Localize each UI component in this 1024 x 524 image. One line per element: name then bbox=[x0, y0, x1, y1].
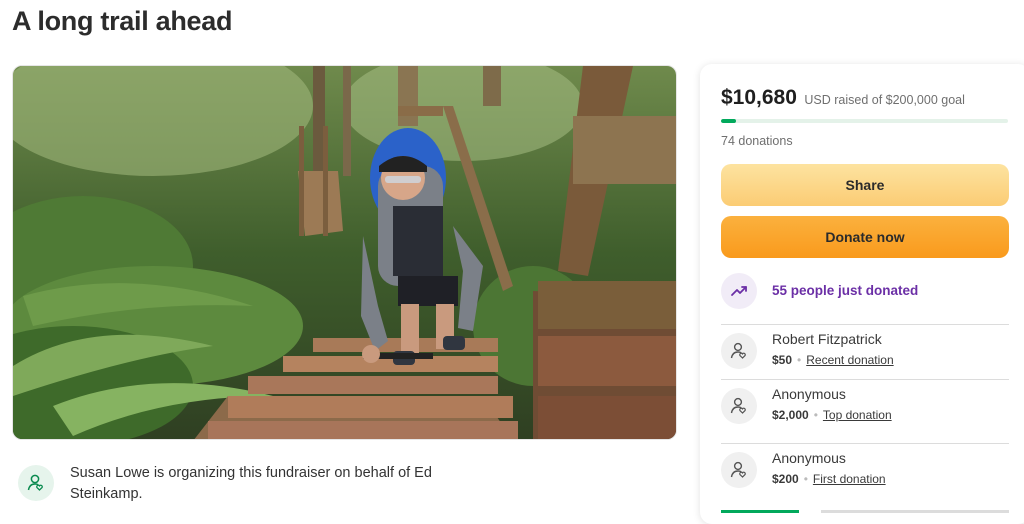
donor-icon bbox=[721, 388, 757, 424]
donor-icon bbox=[721, 452, 757, 488]
donor-amount: $50 bbox=[772, 353, 793, 367]
share-button[interactable]: Share bbox=[721, 164, 1009, 206]
donor-meta: $2,000 • Top donation bbox=[772, 408, 892, 422]
organizer-info: Susan Lowe is organizing this fundraiser… bbox=[16, 460, 676, 512]
donor-name: Robert Fitzpatrick bbox=[772, 331, 882, 347]
donor-row: Anonymous $200 • First donation bbox=[721, 443, 1009, 505]
donor-amount: $200 bbox=[772, 472, 799, 486]
people-donated-text: 55 people just donated bbox=[772, 283, 919, 298]
first-donation-link[interactable]: First donation bbox=[813, 472, 886, 486]
page-title: A long trail ahead bbox=[12, 6, 233, 36]
donor-meta: $200 • First donation bbox=[772, 472, 886, 486]
donor-name: Anonymous bbox=[772, 386, 846, 402]
donor-name: Anonymous bbox=[772, 450, 846, 466]
amount-raised: $10,680 bbox=[721, 86, 797, 109]
progress-bar bbox=[721, 119, 1008, 123]
donations-count: 74 donations bbox=[721, 134, 793, 148]
goal-text: USD raised of $200,000 goal bbox=[804, 93, 965, 107]
recent-donation-link[interactable]: Recent donation bbox=[806, 353, 893, 367]
recent-activity: 55 people just donated bbox=[721, 272, 1009, 310]
organizer-text: Susan Lowe is organizing this fundraiser… bbox=[70, 465, 432, 502]
donor-amount: $2,000 bbox=[772, 408, 809, 422]
donate-now-button[interactable]: Donate now bbox=[721, 216, 1009, 258]
donation-card: $10,680 USD raised of $200,000 goal 74 d… bbox=[700, 64, 1024, 524]
donor-row: Anonymous $2,000 • Top donation bbox=[721, 379, 1009, 441]
donor-row: Robert Fitzpatrick $50 • Recent donation bbox=[721, 324, 1009, 386]
donor-meta: $50 • Recent donation bbox=[772, 353, 894, 367]
top-donation-link[interactable]: Top donation bbox=[823, 408, 892, 422]
trending-up-icon bbox=[721, 273, 757, 309]
hero-image[interactable] bbox=[12, 65, 677, 440]
donor-icon bbox=[721, 333, 757, 369]
hiker-photo bbox=[13, 66, 676, 439]
user-heart-icon bbox=[18, 465, 54, 501]
see-all-buttons-edge[interactable] bbox=[721, 510, 1009, 514]
raised-summary: $10,680 USD raised of $200,000 goal bbox=[721, 86, 965, 110]
progress-fill bbox=[721, 119, 737, 123]
